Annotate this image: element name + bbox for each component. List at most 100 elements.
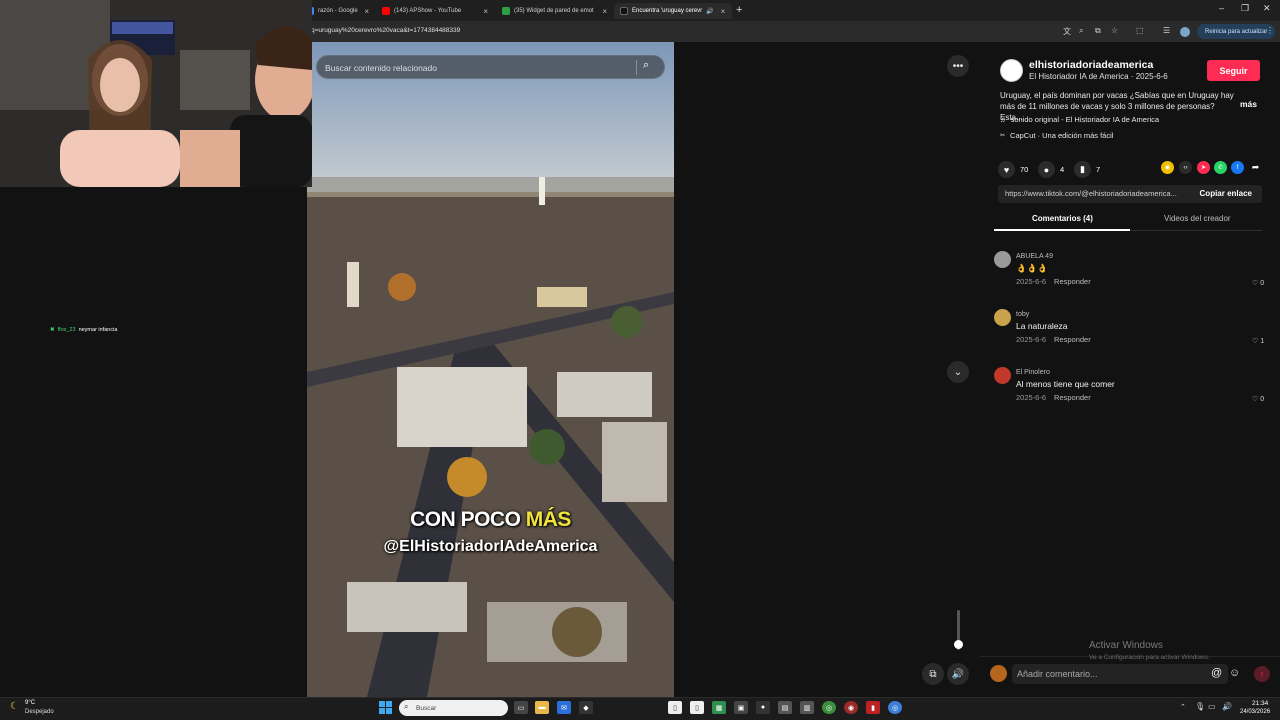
extensions-icon[interactable]: ⬚ [1136, 26, 1144, 35]
comment-stat[interactable]: ● 4 [1038, 161, 1064, 178]
reply-button[interactable]: Responder [1054, 335, 1091, 344]
weather-temp[interactable]: 9°C [25, 700, 35, 706]
copy-link-button[interactable]: Copiar enlace [1200, 189, 1252, 198]
tab-comments[interactable]: Comentarios (4) [1032, 214, 1093, 223]
mention-icon[interactable]: @ [1211, 667, 1222, 679]
embed-code-icon[interactable]: ‹› [1179, 161, 1192, 174]
url-field[interactable]: q=uruguay%20cerevro%20vaca&t=17743844883… [311, 27, 460, 34]
close-tab-icon[interactable]: × [721, 7, 726, 16]
clock-date[interactable]: 24/03/2026 [1240, 709, 1270, 715]
weather-desc[interactable]: Despejado [25, 709, 54, 715]
minimize-window-icon[interactable]: – [1219, 3, 1224, 13]
author-username[interactable]: elhistoriadoriadeamerica [1029, 59, 1153, 71]
post-comment-button[interactable]: ↑ [1254, 666, 1270, 682]
tab-creator-videos[interactable]: Videos del creador [1164, 214, 1231, 223]
file-explorer-icon[interactable]: ▬ [535, 701, 549, 714]
author-avatar[interactable] [1000, 59, 1023, 82]
weather-moon-icon[interactable]: ☾ [10, 701, 19, 712]
close-window-icon[interactable]: ✕ [1263, 3, 1271, 14]
active-tab-indicator [994, 229, 1130, 231]
taskbar-search-input[interactable] [416, 703, 504, 713]
send-to-friends-icon[interactable]: ➤ [1197, 161, 1210, 174]
capcut-line[interactable]: ✂ CapCut · Una edición más fácil [1000, 131, 1113, 140]
obs-icon[interactable]: ● [756, 701, 770, 714]
tab-tiktok-active[interactable]: Encuentra 'uruguay cerevr 🔊 × [614, 3, 732, 19]
tab-search-icon[interactable]: ☰ [1163, 26, 1170, 35]
commenter-avatar[interactable] [994, 367, 1011, 384]
spreadsheet-icon[interactable]: ▦ [712, 701, 726, 714]
bookmark-star-icon[interactable]: ☆ [1111, 26, 1118, 35]
emoji-icon[interactable]: ☺ [1229, 667, 1240, 679]
facebook-icon[interactable]: f [1231, 161, 1244, 174]
commenter-name[interactable]: ABUELA 49 [1016, 253, 1053, 260]
chevron-down-icon: ⌄ [953, 366, 963, 378]
comment-like[interactable]: ♡ 0 [1252, 395, 1264, 403]
new-tab-button[interactable]: + [736, 4, 742, 16]
comment-like[interactable]: ♡ 1 [1252, 337, 1264, 345]
windows-start-icon[interactable] [379, 701, 392, 714]
profile-avatar-icon[interactable] [1180, 27, 1190, 37]
tab-widget[interactable]: (35) Widget de pared de emot × [496, 3, 613, 19]
app-icon[interactable]: ▤ [778, 701, 792, 714]
volume-button[interactable]: 🔊 [947, 663, 969, 685]
clock-time[interactable]: 21:34 [1252, 700, 1268, 707]
follow-button[interactable]: Seguir [1207, 60, 1260, 81]
app-icon[interactable]: ◆ [579, 701, 593, 714]
document-icon[interactable]: ▯ [668, 701, 682, 714]
sound-name: sonido original - El Historiador IA de A… [1010, 115, 1160, 124]
chrome-icon[interactable]: ◎ [822, 701, 836, 714]
document-icon[interactable]: ▯ [690, 701, 704, 714]
comment-input[interactable] [1012, 664, 1228, 684]
close-tab-icon[interactable]: × [483, 7, 488, 16]
caption-highlight: MÁS [525, 508, 572, 531]
app-icon[interactable]: ▣ [734, 701, 748, 714]
browser-menu-icon[interactable]: ⋮ [1266, 26, 1274, 35]
browser-icon[interactable]: ◎ [888, 701, 902, 714]
reply-button[interactable]: Responder [1054, 277, 1091, 286]
sound-line[interactable]: ♫ sonido original - El Historiador IA de… [1000, 115, 1159, 124]
close-tab-icon[interactable]: × [602, 7, 607, 16]
webcam-overlay [0, 0, 312, 187]
translate-icon[interactable]: 文 [1063, 26, 1071, 37]
my-avatar [990, 665, 1007, 682]
search-icon[interactable]: ⌕ [643, 59, 649, 72]
restart-update-button[interactable]: Reinicia para actualizar [1197, 24, 1276, 39]
next-video-button[interactable]: ⌄ [947, 361, 969, 383]
task-view-icon[interactable]: ▭ [514, 701, 528, 714]
comment-like-count: 1 [1260, 338, 1265, 345]
reply-button[interactable]: Responder [1054, 393, 1091, 402]
commenter-avatar[interactable] [994, 251, 1011, 268]
video-player[interactable] [307, 42, 674, 697]
friends-share-icon[interactable]: ◉ [1161, 161, 1174, 174]
whatsapp-icon[interactable]: ✆ [1214, 161, 1227, 174]
chevron-up-icon[interactable]: ⌃ [1180, 703, 1186, 711]
volume-tray-icon[interactable]: 🔊 [1222, 702, 1232, 711]
tab-youtube[interactable]: (143) APShow - YouTube × [376, 3, 494, 19]
comment-like[interactable]: ♡ 0 [1252, 279, 1264, 287]
network-icon[interactable]: ▭ [1208, 702, 1216, 711]
microphone-icon[interactable]: 🎙 [1195, 702, 1205, 711]
install-app-icon[interactable]: ⧉ [1095, 26, 1101, 36]
share-arrow-icon[interactable]: ➦ [1249, 161, 1262, 174]
audio-playing-icon[interactable]: 🔊 [706, 8, 713, 15]
commenter-avatar[interactable] [994, 309, 1011, 326]
app-icon[interactable]: ▥ [800, 701, 814, 714]
more-options-button[interactable]: ••• [947, 55, 969, 77]
picture-in-picture-button[interactable]: ⧉ [922, 663, 944, 685]
save-stat[interactable]: ▮ 7 [1074, 161, 1100, 178]
maximize-window-icon[interactable]: ❐ [1241, 3, 1249, 14]
webcam-feed-image [0, 0, 312, 187]
app-icon[interactable]: ◉ [844, 701, 858, 714]
share-link-url[interactable]: https://www.tiktok.com/@elhistoriadoriad… [1005, 189, 1195, 198]
like-stat[interactable]: ♥ 70 [998, 161, 1028, 178]
close-tab-icon[interactable]: × [364, 7, 369, 16]
commenter-name[interactable]: El Pinolero [1016, 369, 1050, 376]
volume-slider-knob[interactable] [954, 640, 963, 649]
zoom-icon[interactable]: ⌕ [1079, 26, 1083, 36]
mail-icon[interactable]: ✉ [557, 701, 571, 714]
related-search-input[interactable] [325, 60, 625, 76]
commenter-name[interactable]: toby [1016, 311, 1029, 318]
ellipsis-icon: ••• [952, 60, 964, 72]
app-icon[interactable]: ▮ [866, 701, 880, 714]
see-more-link[interactable]: más [1240, 99, 1257, 109]
